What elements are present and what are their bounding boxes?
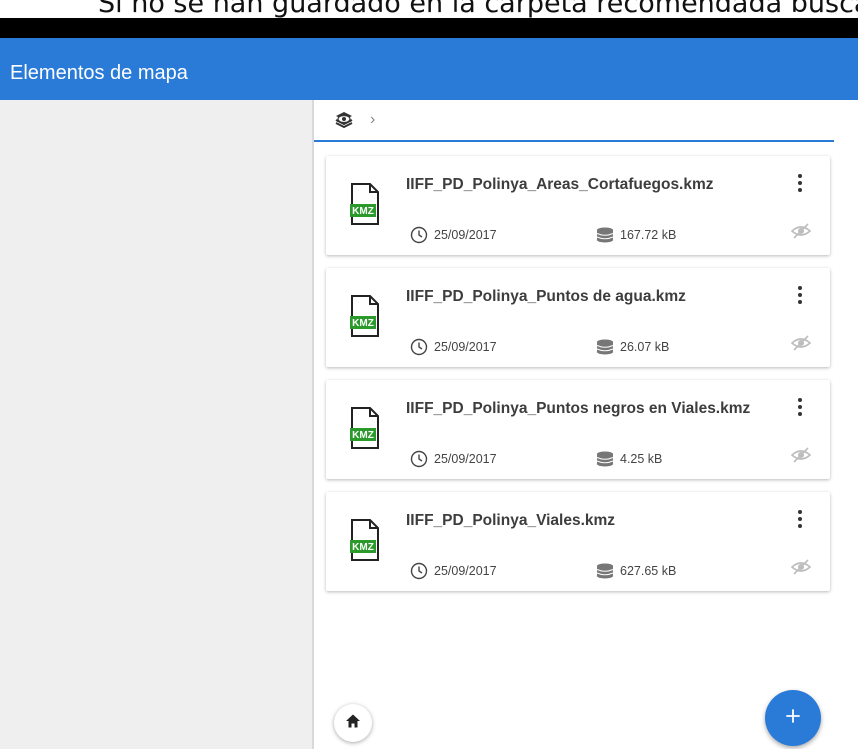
file-card[interactable]: KMZ IIFF_PD_Polinya_Puntos de agua.kmz 2… <box>326 268 830 367</box>
visibility-off-icon[interactable] <box>790 220 812 242</box>
file-date-text: 25/09/2017 <box>434 452 497 466</box>
more-vert-icon[interactable] <box>796 396 804 418</box>
visibility-off-icon[interactable] <box>790 444 812 466</box>
file-name: IIFF_PD_Polinya_Puntos de agua.kmz <box>406 288 686 305</box>
file-size-text: 26.07 kB <box>620 340 670 354</box>
file-size-text: 167.72 kB <box>620 228 677 242</box>
file-list: KMZ IIFF_PD_Polinya_Areas_Cortafuegos.km… <box>326 156 830 604</box>
plus-icon <box>785 708 801 729</box>
svg-text:KMZ: KMZ <box>352 542 374 553</box>
database-icon <box>596 562 614 580</box>
file-date-text: 25/09/2017 <box>434 340 497 354</box>
file-size-text: 627.65 kB <box>620 564 677 578</box>
file-card[interactable]: KMZ IIFF_PD_Polinya_Viales.kmz 25/09/201… <box>326 492 830 591</box>
more-vert-icon[interactable] <box>796 172 804 194</box>
status-bar <box>0 18 858 38</box>
kmz-file-icon: KMZ <box>350 182 380 226</box>
clock-icon <box>410 226 428 244</box>
file-browser-panel: › KMZ IIFF_PD_Polinya_Areas_Cortafuegos.… <box>314 100 844 749</box>
database-icon <box>596 226 614 244</box>
file-date: 25/09/2017 <box>410 226 497 244</box>
file-card[interactable]: KMZ IIFF_PD_Polinya_Puntos negros en Via… <box>326 380 830 479</box>
svg-text:KMZ: KMZ <box>352 430 374 441</box>
breadcrumb-underline <box>314 140 834 142</box>
file-date-text: 25/09/2017 <box>434 564 497 578</box>
more-vert-icon[interactable] <box>796 508 804 530</box>
database-icon <box>596 450 614 468</box>
file-name: IIFF_PD_Polinya_Areas_Cortafuegos.kmz <box>406 176 714 193</box>
more-vert-icon[interactable] <box>796 284 804 306</box>
file-card[interactable]: KMZ IIFF_PD_Polinya_Areas_Cortafuegos.km… <box>326 156 830 255</box>
kmz-file-icon: KMZ <box>350 518 380 562</box>
visibility-off-icon[interactable] <box>790 556 812 578</box>
add-button[interactable] <box>765 690 821 746</box>
database-icon <box>596 338 614 356</box>
file-size-text: 4.25 kB <box>620 452 663 466</box>
breadcrumb-separator: › <box>370 111 376 128</box>
clock-icon <box>410 338 428 356</box>
svg-text:KMZ: KMZ <box>352 318 374 329</box>
file-date: 25/09/2017 <box>410 562 497 580</box>
clock-icon <box>410 562 428 580</box>
file-date-text: 25/09/2017 <box>434 228 497 242</box>
file-date: 25/09/2017 <box>410 450 497 468</box>
document-top-text: Si no se han guardado en la carpeta reco… <box>98 0 858 19</box>
kmz-file-icon: KMZ <box>350 294 380 338</box>
file-name: IIFF_PD_Polinya_Viales.kmz <box>406 512 616 529</box>
right-edge <box>844 100 858 749</box>
visibility-off-icon[interactable] <box>790 332 812 354</box>
file-date: 25/09/2017 <box>410 338 497 356</box>
left-panel <box>0 100 312 749</box>
clock-icon <box>410 450 428 468</box>
app-title: Elementos de mapa <box>10 62 188 84</box>
home-button[interactable] <box>334 704 372 742</box>
layers-eye-icon[interactable] <box>334 110 354 130</box>
home-icon <box>345 713 361 734</box>
file-size: 167.72 kB <box>596 226 676 244</box>
breadcrumb: › <box>314 100 844 140</box>
svg-text:KMZ: KMZ <box>352 206 374 217</box>
file-name: IIFF_PD_Polinya_Puntos negros en Viales.… <box>406 400 751 417</box>
kmz-file-icon: KMZ <box>350 406 380 450</box>
file-size: 4.25 kB <box>596 450 662 468</box>
file-size: 26.07 kB <box>596 338 669 356</box>
file-size: 627.65 kB <box>596 562 676 580</box>
app-bar: Elementos de mapa <box>0 38 858 100</box>
